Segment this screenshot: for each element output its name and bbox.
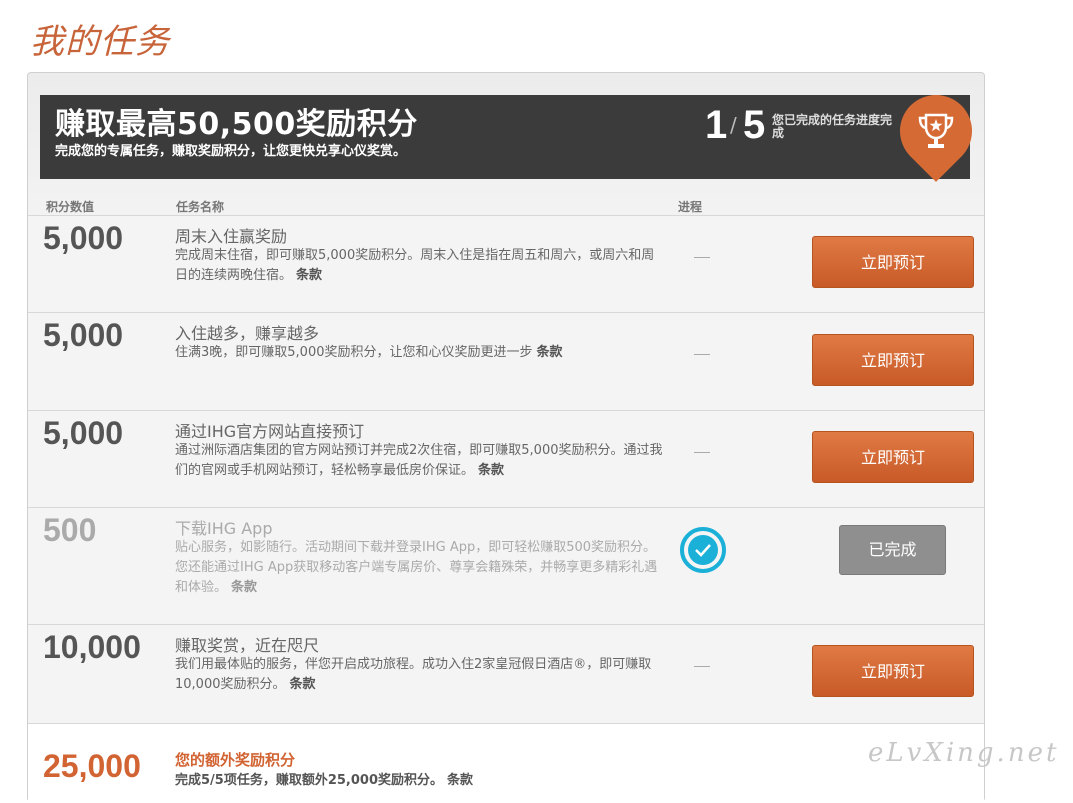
task-description: 贴心服务，如影随行。活动期间下载并登录IHG App，即可轻松赚取500奖励积分… (175, 538, 665, 598)
task-points: 500 (43, 512, 97, 548)
banner-subtitle: 完成您的专属任务，赚取奖励积分，让您更快兑享心仪奖赏。 (55, 144, 407, 159)
bonus-points: 25,000 (43, 748, 141, 784)
terms-link[interactable]: 条款 (537, 345, 563, 360)
progress-label: 您已完成的任务进度完成 (772, 113, 893, 140)
promo-banner: 赚取最高50,500奖励积分 完成您的专属任务，赚取奖励积分，让您更快兑享心仪奖… (40, 80, 987, 182)
task-points: 5,000 (43, 415, 124, 451)
task-row: 10,000 赚取奖赏，近在咫尺 我们用最体贴的服务，伴您开启成功旅程。成功入住… (28, 624, 984, 723)
book-now-button[interactable]: 立即预订 (812, 236, 974, 288)
task-points: 5,000 (43, 220, 124, 256)
terms-link[interactable]: 条款 (231, 580, 257, 595)
check-circle-icon (680, 527, 726, 573)
task-description: 住满3晚，即可赚取5,000奖励积分，让您和心仪奖励更进一步 条款 (175, 343, 665, 363)
task-row: 5,000 周末入住赢奖励 完成周末住宿，即可赚取5,000奖励积分。周末入住是… (28, 215, 984, 312)
column-header-task: 任务名称 (176, 200, 225, 214)
task-description-text: 我们用最体贴的服务，伴您开启成功旅程。成功入住2家皇冠假日酒店®，即可赚取10,… (175, 657, 652, 692)
book-now-button[interactable]: 立即预订 (812, 431, 974, 483)
watermark: eLvXing.net (868, 738, 1060, 768)
task-row: 500 下载IHG App 贴心服务，如影随行。活动期间下载并登录IHG App… (28, 507, 984, 624)
task-name: 通过IHG官方网站直接预订 (175, 422, 365, 441)
bonus-description: 完成5/5项任务，赚取额外25,000奖励积分。 条款 (175, 771, 665, 791)
terms-link[interactable]: 条款 (296, 268, 322, 283)
terms-link[interactable]: 条款 (447, 773, 473, 788)
column-header-progress: 进程 (678, 200, 703, 214)
bonus-row: 25,000 您的额外奖励积分 完成5/5项任务，赚取额外25,000奖励积分。… (28, 723, 984, 803)
progress-total-count: 5 (743, 103, 766, 147)
terms-link[interactable]: 条款 (290, 677, 316, 692)
column-header-points: 积分数值 (46, 200, 95, 214)
progress-pending-dash (694, 666, 710, 667)
task-description: 完成周末住宿，即可赚取5,000奖励积分。周末入住是指在周五和周六，或周六和周日… (175, 246, 665, 286)
progress-pending-dash (694, 452, 710, 453)
task-description-text: 完成周末住宿，即可赚取5,000奖励积分。周末入住是指在周五和周六，或周六和周日… (175, 248, 655, 283)
progress-slash: / (730, 113, 737, 137)
banner-title: 赚取最高50,500奖励积分 (55, 107, 418, 142)
trophy-icon (918, 113, 954, 148)
bonus-name: 您的额外奖励积分 (175, 751, 296, 769)
task-row: 5,000 入住越多，赚享越多 住满3晚，即可赚取5,000奖励积分，让您和心仪… (28, 312, 984, 410)
task-description-text: 通过洲际酒店集团的官方网站预订并完成2次住宿，即可赚取5,000奖励积分。通过我… (175, 443, 663, 478)
page-title: 我的任务 (30, 22, 170, 62)
progress-pending-dash (694, 257, 710, 258)
task-name: 下载IHG App (175, 519, 273, 538)
book-now-button[interactable]: 立即预订 (812, 645, 974, 697)
bonus-description-text: 完成5/5项任务，赚取额外25,000奖励积分。 (175, 773, 444, 788)
completed-button: 已完成 (839, 525, 946, 575)
terms-link[interactable]: 条款 (478, 463, 504, 478)
task-name: 入住越多，赚享越多 (175, 324, 320, 343)
task-name: 赚取奖赏，近在咫尺 (175, 636, 320, 655)
task-name: 周末入住赢奖励 (175, 227, 288, 246)
task-points: 10,000 (43, 629, 141, 665)
task-description: 通过洲际酒店集团的官方网站预订并完成2次住宿，即可赚取5,000奖励积分。通过我… (175, 441, 665, 481)
task-points: 5,000 (43, 317, 124, 353)
task-row: 5,000 通过IHG官方网站直接预订 通过洲际酒店集团的官方网站预订并完成2次… (28, 410, 984, 507)
task-description-text: 住满3晚，即可赚取5,000奖励积分，让您和心仪奖励更进一步 (175, 345, 533, 360)
progress-pending-dash (694, 354, 710, 355)
book-now-button[interactable]: 立即预订 (812, 334, 974, 386)
progress-done-count: 1 (705, 103, 728, 147)
task-list: 5,000 周末入住赢奖励 完成周末住宿，即可赚取5,000奖励积分。周末入住是… (28, 215, 984, 803)
task-description: 我们用最体贴的服务，伴您开启成功旅程。成功入住2家皇冠假日酒店®，即可赚取10,… (175, 655, 665, 695)
